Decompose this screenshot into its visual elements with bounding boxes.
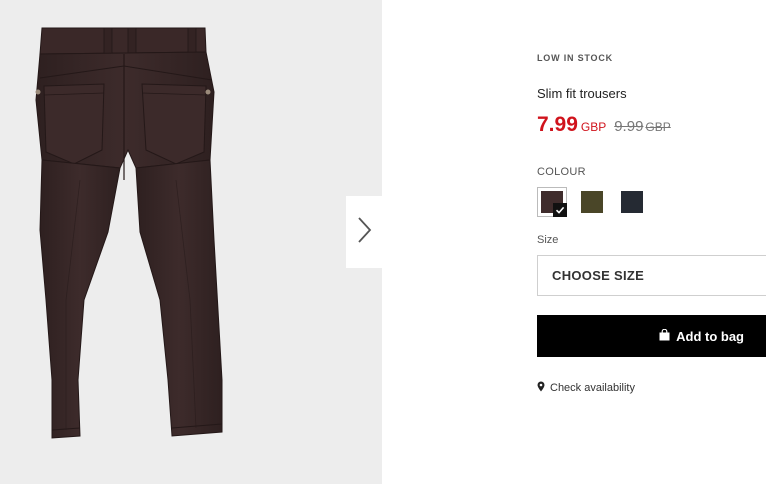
original-price: 9.99 xyxy=(614,118,644,135)
check-availability-label: Check availability xyxy=(550,382,635,394)
shopping-bag-icon xyxy=(659,328,670,344)
original-price-currency: GBP xyxy=(645,120,671,134)
chevron-right-icon xyxy=(356,216,372,249)
checkmark-icon xyxy=(553,203,567,217)
swatch-color xyxy=(621,191,643,213)
next-image-button[interactable] xyxy=(346,196,382,268)
product-title: Slim fit trousers xyxy=(537,86,627,101)
colour-swatch-brown[interactable] xyxy=(537,187,567,217)
product-image-jeans xyxy=(35,27,223,439)
price-row: 7.99 GBP 9.99 GBP xyxy=(537,113,671,137)
colour-swatches xyxy=(537,187,647,217)
map-pin-icon xyxy=(537,381,545,395)
colour-swatch-navy[interactable] xyxy=(617,187,647,217)
add-to-bag-button[interactable]: Add to bag xyxy=(537,315,766,357)
size-select[interactable]: CHOOSE SIZE xyxy=(537,255,766,296)
size-label: Size xyxy=(537,234,559,246)
add-to-bag-label: Add to bag xyxy=(676,328,744,344)
swatch-color xyxy=(581,191,603,213)
colour-swatch-khaki[interactable] xyxy=(577,187,607,217)
check-availability-link[interactable]: Check availability xyxy=(537,381,635,395)
stock-status: LOW IN STOCK xyxy=(537,53,613,63)
product-image-gallery xyxy=(0,0,382,484)
current-price: 7.99 xyxy=(537,113,578,136)
current-price-currency: GBP xyxy=(580,120,607,134)
product-details-panel: LOW IN STOCK Slim fit trousers 7.99 GBP 9.… xyxy=(537,0,766,484)
colour-label: COLOUR xyxy=(537,166,586,178)
